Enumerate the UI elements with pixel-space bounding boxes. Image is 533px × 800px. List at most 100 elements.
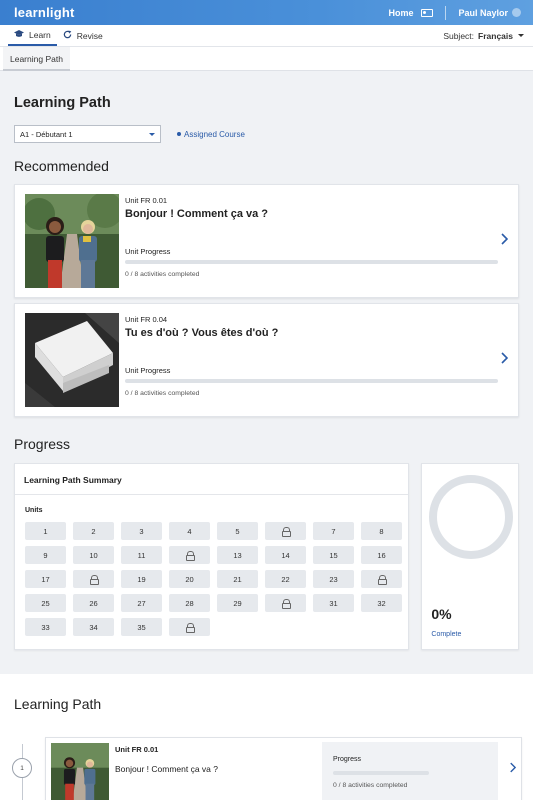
unit-cell[interactable]: 20 [169,570,210,588]
page-title: Learning Path [14,95,111,111]
unit-cell[interactable]: 33 [25,618,66,636]
unit-progress-label: Unit Progress [125,247,171,256]
graduation-cap-icon [14,29,24,40]
unit-cell[interactable]: 26 [73,594,114,612]
tab-learn[interactable]: Learn [8,25,57,46]
unit-cell[interactable]: 2 [73,522,114,540]
lock-icon [186,551,195,561]
progress-bar [125,260,498,264]
activities-completed: 0 / 8 activities completed [333,782,408,789]
unit-cell[interactable]: 22 [265,570,306,588]
tab-learn-label: Learn [29,29,51,40]
subject-selector[interactable]: Subject: Français [443,25,533,46]
assigned-dot-icon [177,132,181,136]
unit-cell[interactable]: 8 [361,522,402,540]
unit-cell[interactable]: 3 [121,522,162,540]
unit-cell[interactable]: 27 [121,594,162,612]
unit-cell[interactable]: 5 [217,522,258,540]
unit-cell-locked[interactable] [265,594,306,612]
id-card-icon[interactable] [421,8,434,17]
learning-path-item[interactable]: Unit FR 0.01 Bonjour ! Comment ça va ? P… [45,737,522,800]
progress-label: Progress [333,756,362,763]
tab-learning-path[interactable]: Learning Path [3,47,70,71]
filter-row: A1 - Débutant 1 Assigned Course [14,125,519,143]
unit-cell[interactable]: 7 [313,522,354,540]
assigned-label: Assigned Course [184,129,245,139]
unit-thumbnail [25,313,119,407]
refresh-icon [63,30,72,41]
unit-cell-locked[interactable] [73,570,114,588]
user-name[interactable]: Paul Naylor [458,8,508,18]
unit-cell[interactable]: 10 [73,546,114,564]
learning-path-heading: Learning Path [14,696,102,712]
unit-cell[interactable]: 13 [217,546,258,564]
unit-cell[interactable]: 23 [313,570,354,588]
unit-cell[interactable]: 14 [265,546,306,564]
unit-cell[interactable]: 32 [361,594,402,612]
unit-cell[interactable]: 11 [121,546,162,564]
subject-value: Français [478,30,513,41]
unit-cell[interactable]: 1 [25,522,66,540]
unit-cell[interactable]: 9 [25,546,66,564]
unit-cell[interactable]: 28 [169,594,210,612]
units-label: Units [25,507,43,514]
recommended-card-1[interactable]: Unit FR 0.01 Bonjour ! Comment ça va ? U… [14,184,519,298]
unit-cell-locked[interactable] [169,618,210,636]
recommended-heading: Recommended [14,158,109,174]
lock-icon [90,575,99,585]
activities-completed: 0 / 8 activities completed [125,271,200,278]
card-body: Unit FR 0.04 Tu es d'où ? Vous êtes d'où… [125,313,508,407]
learning-path-summary: Learning Path Summary Units 1 2 3 4 5 7 8 9 10 11… [14,463,410,650]
unit-cell[interactable]: 34 [73,618,114,636]
completion-label: Complete [431,631,462,638]
unit-cell[interactable]: 19 [121,570,162,588]
brand-logo[interactable]: learnlight [14,5,75,20]
chevron-down-icon [518,34,524,37]
unit-title: Bonjour ! Comment ça va ? [115,764,218,774]
completion-ring [429,475,514,559]
unit-cell[interactable]: 17 [25,570,66,588]
recommended-card-2[interactable]: Unit FR 0.04 Tu es d'où ? Vous êtes d'où… [14,303,519,417]
unit-cell-locked[interactable] [265,522,306,540]
unit-thumbnail [51,743,109,800]
completion-panel: 0% Complete [421,463,519,650]
subject-label: Subject: [443,30,475,41]
unit-cell[interactable]: 15 [313,546,354,564]
progress-bar [333,771,429,775]
unit-cell-locked[interactable] [361,570,402,588]
unit-cell[interactable]: 16 [361,546,402,564]
unit-code: Unit FR 0.04 [125,315,168,324]
unit-cell[interactable]: 21 [217,570,258,588]
unit-grid: 1 2 3 4 5 7 8 9 10 11 13 14 15 16 17 19 20 21 22 23 25 26 27 28… [15,514,408,636]
chevron-down-icon [149,132,155,136]
card-body: Unit FR 0.01 Bonjour ! Comment ça va ? U… [125,194,508,288]
unit-title: Tu es d'où ? Vous êtes d'où ? [125,327,279,339]
unit-cell-locked[interactable] [169,546,210,564]
level-select-value: A1 - Débutant 1 [20,129,73,139]
chevron-right-icon[interactable] [500,352,509,368]
main-content: Learning Path A1 - Débutant 1 Assigned C… [0,95,533,650]
progress-panels: Learning Path Summary Units 1 2 3 4 5 7 8 9 10 11… [14,463,519,650]
unit-cell[interactable]: 29 [217,594,258,612]
lock-icon [186,623,195,633]
unit-cell[interactable]: 31 [313,594,354,612]
unit-cell[interactable]: 4 [169,522,210,540]
main-nav: Learn Revise Subject: Français [0,25,533,47]
avatar[interactable] [512,8,521,17]
sub-nav: Learning Path [0,47,533,71]
chevron-right-icon[interactable] [509,762,517,776]
unit-code: Unit FR 0.01 [125,196,168,205]
unit-cell[interactable]: 35 [121,618,162,636]
unit-progress-label: Unit Progress [125,366,171,375]
unit-thumbnail [25,194,119,288]
level-select[interactable]: A1 - Débutant 1 [14,125,161,143]
progress-bar [125,379,498,383]
lock-icon [282,599,291,609]
unit-cell[interactable]: 25 [25,594,66,612]
tab-revise[interactable]: Revise [57,25,109,46]
home-link[interactable]: Home [388,8,413,18]
lock-icon [282,527,291,537]
chevron-right-icon[interactable] [500,233,509,249]
divider [445,5,447,20]
